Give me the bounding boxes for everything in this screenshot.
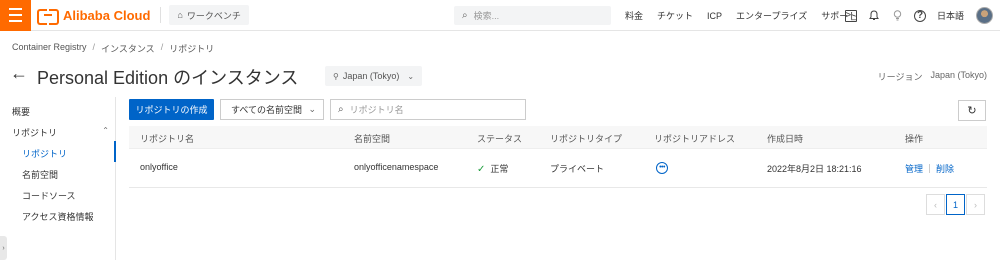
link-pricing[interactable]: 料金 — [625, 9, 643, 22]
more-icon[interactable]: ••• — [656, 162, 668, 174]
divider — [160, 7, 162, 23]
delete-link[interactable]: 削除 — [936, 162, 954, 175]
chevron-down-icon: ⌄ — [308, 104, 316, 114]
workbench-label: ワークベンチ — [186, 10, 241, 21]
breadcrumb: Container Registry / インスタンス / リポジトリ — [12, 42, 214, 55]
global-search-input[interactable]: ⌕ 検索... — [454, 6, 611, 25]
home-icon: ⌂ — [177, 10, 183, 20]
column-header-actions: 操作 — [905, 134, 924, 144]
prev-page-button[interactable]: ‹ — [926, 194, 945, 215]
repository-address: ••• — [656, 161, 668, 174]
menu-button[interactable] — [0, 0, 31, 31]
status-text: 正常 — [490, 164, 509, 174]
column-header-created: 作成日時 — [767, 134, 804, 144]
breadcrumb-item[interactable]: Container Registry — [12, 42, 87, 55]
region-dropdown[interactable]: ⚲ Japan (Tokyo) ⌄ — [325, 66, 423, 86]
namespace-select[interactable]: すべての名前空間 ⌄ — [220, 99, 324, 120]
chevron-down-icon: ⌄ — [407, 71, 415, 81]
refresh-button[interactable]: ↻ — [958, 100, 986, 121]
page-title: Personal Edition のインスタンス — [37, 68, 299, 88]
column-header-address: リポジトリアドレス — [654, 134, 736, 144]
manage-link[interactable]: 管理 — [905, 162, 923, 175]
location-pin-icon: ⚲ — [333, 71, 339, 81]
repository-search-placeholder: リポジトリ名 — [349, 105, 404, 115]
sidebar-item-code-sources[interactable]: コードソース — [22, 189, 76, 202]
pagination: ‹ 1 › — [926, 194, 985, 215]
terminal-icon[interactable]: >_ — [845, 9, 857, 22]
repository-namespace: onlyofficenamespace — [354, 162, 439, 172]
row-actions: 管理 削除 — [905, 162, 954, 175]
breadcrumb-item[interactable]: インスタンス — [101, 42, 155, 55]
sidebar-group-label: リポジトリ — [12, 128, 58, 138]
sidebar-item-overview[interactable]: 概要 — [12, 105, 30, 118]
check-icon: ✓ — [477, 164, 486, 175]
sidebar-collapse-toggle[interactable]: › — [0, 236, 7, 260]
chevron-left-icon: ‹ — [934, 199, 937, 210]
region-label: リージョン — [877, 72, 923, 82]
repository-status: ✓ 正常 — [477, 162, 508, 175]
alibaba-logo-icon — [37, 9, 59, 25]
sidebar-item-repositories[interactable]: リポジトリ — [22, 147, 67, 160]
sidebar: 概要 リポジトリ ⌃ リポジトリ 名前空間 コードソース アクセス資格情報 — [0, 97, 116, 260]
action-separator — [929, 164, 931, 173]
language-selector[interactable]: 日本語 — [937, 9, 964, 22]
repository-created: 2022年8月2日 18:21:16 — [767, 164, 862, 174]
brand-name: Alibaba Cloud — [63, 7, 151, 23]
alibaba-cloud-logo[interactable]: Alibaba Cloud — [37, 7, 151, 25]
hamburger-icon — [9, 6, 22, 24]
breadcrumb-item: リポジトリ — [169, 44, 215, 54]
link-tickets[interactable]: チケット — [657, 9, 693, 22]
breadcrumb-separator: / — [92, 42, 96, 52]
sidebar-item-access-credentials[interactable]: アクセス資格情報 — [22, 210, 94, 223]
region-info: リージョン Japan (Tokyo) — [878, 70, 987, 83]
link-icp[interactable]: ICP — [707, 11, 722, 21]
repository-search-input[interactable]: ⌕ リポジトリ名 — [330, 99, 526, 120]
table-row: onlyoffice onlyofficenamespace ✓ 正常 プライベー… — [129, 149, 987, 188]
top-icons: >_ ? 日本語 — [845, 0, 994, 31]
chevron-right-icon: › — [974, 199, 977, 210]
page-number[interactable]: 1 — [946, 194, 965, 215]
refresh-icon: ↻ — [967, 105, 977, 117]
sidebar-item-namespaces[interactable]: 名前空間 — [22, 168, 58, 181]
table-header: リポジトリ名 名前空間 ステータス リポジトリタイプ リポジトリアドレス 作成日… — [129, 126, 987, 149]
repository-name-link[interactable]: onlyoffice — [140, 162, 178, 172]
column-header-name: リポジトリ名 — [140, 134, 195, 144]
column-header-namespace: 名前空間 — [354, 134, 391, 144]
column-header-status: ステータス — [477, 134, 523, 144]
next-page-button[interactable]: › — [966, 194, 985, 215]
region-dropdown-value: Japan (Tokyo) — [342, 71, 400, 81]
help-icon[interactable]: ? — [914, 9, 926, 22]
repository-type: プライベート — [550, 164, 605, 174]
namespace-select-value: すべての名前空間 — [231, 105, 303, 115]
repository-table: リポジトリ名 名前空間 ステータス リポジトリタイプ リポジトリアドレス 作成日… — [129, 126, 987, 188]
back-arrow-icon[interactable]: ← — [10, 63, 28, 84]
link-enterprise[interactable]: エンタープライズ — [736, 9, 807, 22]
sidebar-group-repositories[interactable]: リポジトリ ⌃ — [12, 126, 109, 139]
bell-icon[interactable] — [868, 10, 880, 22]
search-icon: ⌕ — [462, 10, 468, 21]
user-avatar[interactable] — [976, 7, 994, 24]
lightbulb-icon[interactable] — [891, 10, 903, 22]
top-links: 料金 チケット ICP エンタープライズ サポート — [625, 0, 871, 31]
chevron-up-icon: ⌃ — [102, 126, 109, 135]
search-icon: ⌕ — [338, 104, 344, 115]
global-search-placeholder: 検索... — [473, 11, 500, 21]
column-header-type: リポジトリタイプ — [550, 134, 623, 144]
breadcrumb-separator: / — [160, 42, 164, 52]
workbench-button[interactable]: ⌂ ワークベンチ — [169, 5, 249, 25]
create-repository-button[interactable]: リポジトリの作成 — [129, 99, 214, 120]
region-value: Japan (Tokyo) — [930, 70, 987, 80]
active-indicator — [114, 141, 116, 162]
